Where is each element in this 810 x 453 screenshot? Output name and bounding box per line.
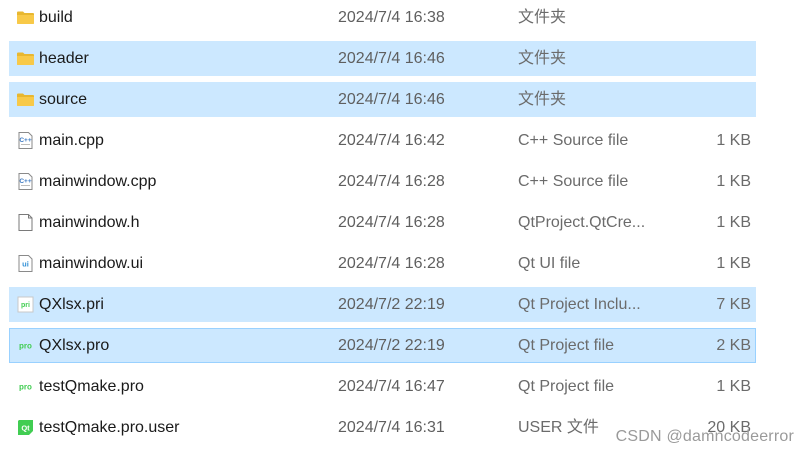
file-type: 文件夹 xyxy=(518,50,567,67)
file-name: build xyxy=(39,9,73,26)
cpp-file-icon: C++ xyxy=(16,172,35,191)
file-row[interactable]: mainwindow.h 2024/7/4 16:28 QtProject.QtCr… xyxy=(9,205,756,240)
file-size xyxy=(660,1,751,34)
file-type: Qt UI file xyxy=(518,255,581,272)
file-type: Qt Project Inclu... xyxy=(518,296,641,313)
file-type: 文件夹 xyxy=(518,91,567,108)
file-date-modified: 2024/7/4 16:38 xyxy=(338,9,445,26)
file-type: 文件夹 xyxy=(518,9,567,26)
file-name: testQmake.pro.user xyxy=(39,419,180,436)
pro-file-icon: pro xyxy=(16,336,35,355)
file-date-modified: 2024/7/4 16:42 xyxy=(338,132,445,149)
qt-user-file-icon: Qt xyxy=(16,418,35,437)
svg-text:C++: C++ xyxy=(19,178,31,185)
svg-text:pri: pri xyxy=(21,302,30,309)
file-name: mainwindow.ui xyxy=(39,255,144,272)
folder-icon xyxy=(16,8,35,27)
file-row[interactable]: source 2024/7/4 16:46 文件夹 xyxy=(9,82,756,117)
file-list: build 2024/7/4 16:38 文件夹 header 2024/7/4 16:… xyxy=(0,0,810,453)
file-row[interactable]: build 2024/7/4 16:38 文件夹 xyxy=(9,0,756,35)
blank-file-icon xyxy=(16,213,35,232)
file-size xyxy=(660,83,751,116)
file-date-modified: 2024/7/2 22:19 xyxy=(338,337,445,354)
file-size: 1 KB xyxy=(716,132,751,149)
file-date-modified: 2024/7/4 16:31 xyxy=(338,419,445,436)
file-date-modified: 2024/7/4 16:46 xyxy=(338,50,445,67)
file-date-modified: 2024/7/4 16:28 xyxy=(338,173,445,190)
file-row[interactable]: C++ mainwindow.cpp 2024/7/4 16:28 C++ Sourc… xyxy=(9,164,756,199)
svg-text:Qt: Qt xyxy=(21,424,30,433)
file-type: C++ Source file xyxy=(518,173,629,190)
ui-file-icon: ui xyxy=(16,254,35,273)
folder-icon xyxy=(16,49,35,68)
file-type: C++ Source file xyxy=(518,132,629,149)
file-size: 2 KB xyxy=(716,337,751,354)
file-row[interactable]: pro QXlsx.pro 2024/7/2 22:19 Qt Project fil… xyxy=(9,328,756,363)
file-name: header xyxy=(39,50,89,67)
file-type: QtProject.QtCre... xyxy=(518,214,646,231)
file-date-modified: 2024/7/4 16:47 xyxy=(338,378,445,395)
file-row[interactable]: pro testQmake.pro 2024/7/4 16:47 Qt Project… xyxy=(9,369,756,404)
file-type: Qt Project file xyxy=(518,378,615,395)
file-name: mainwindow.h xyxy=(39,214,140,231)
svg-text:C++: C++ xyxy=(19,137,31,144)
file-name: source xyxy=(39,91,88,108)
file-date-modified: 2024/7/2 22:19 xyxy=(338,296,445,313)
svg-text:ui: ui xyxy=(22,260,29,269)
file-date-modified: 2024/7/4 16:28 xyxy=(338,255,445,272)
file-date-modified: 2024/7/4 16:46 xyxy=(338,91,445,108)
file-row[interactable]: header 2024/7/4 16:46 文件夹 xyxy=(9,41,756,76)
file-date-modified: 2024/7/4 16:28 xyxy=(338,214,445,231)
watermark: CSDN @damncodeerror xyxy=(615,428,794,445)
svg-text:pro: pro xyxy=(19,383,32,392)
file-row[interactable]: ui mainwindow.ui 2024/7/4 16:28 Qt UI file 1… xyxy=(9,246,756,281)
file-size: 1 KB xyxy=(716,214,751,231)
file-row[interactable]: pri QXlsx.pri 2024/7/2 22:19 Qt Project Inc… xyxy=(9,287,756,322)
pro-file-icon: pro xyxy=(16,377,35,396)
file-size: 7 KB xyxy=(716,296,751,313)
pri-file-icon: pri xyxy=(16,295,35,314)
file-name: mainwindow.cpp xyxy=(39,173,157,190)
file-size xyxy=(660,42,751,75)
cpp-file-icon: C++ xyxy=(16,131,35,150)
file-name: QXlsx.pro xyxy=(39,337,110,354)
file-size: 1 KB xyxy=(716,173,751,190)
file-name: testQmake.pro xyxy=(39,378,144,395)
file-size: 1 KB xyxy=(716,255,751,272)
file-size: 1 KB xyxy=(716,378,751,395)
file-name: QXlsx.pri xyxy=(39,296,104,313)
folder-icon xyxy=(16,90,35,109)
file-name: main.cpp xyxy=(39,132,104,149)
file-row[interactable]: C++ main.cpp 2024/7/4 16:42 C++ Source file… xyxy=(9,123,756,158)
file-type: Qt Project file xyxy=(518,337,615,354)
svg-text:pro: pro xyxy=(19,342,32,351)
